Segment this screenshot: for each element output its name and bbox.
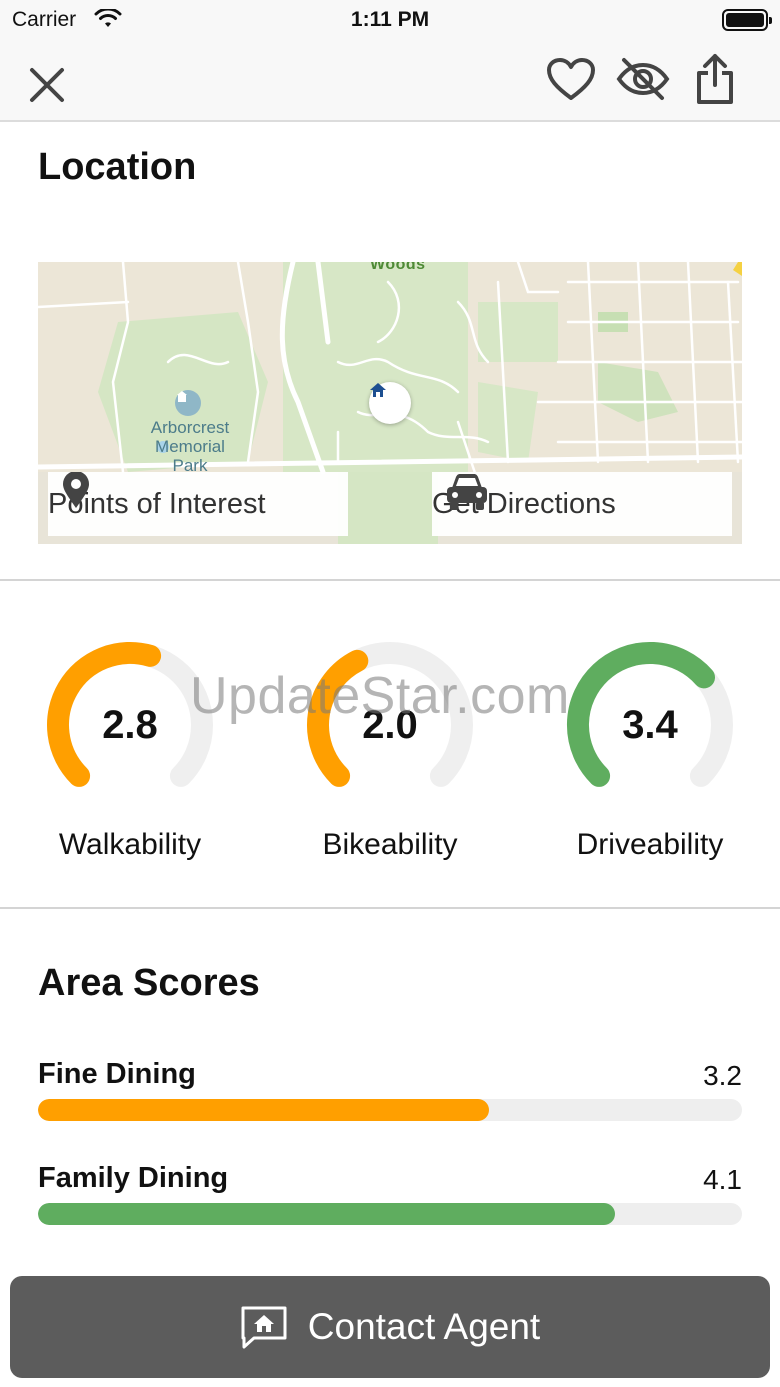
- get-directions-button[interactable]: Get Directions: [432, 472, 732, 536]
- heart-icon: [547, 58, 595, 100]
- fine-dining-bar-fill: [38, 1099, 489, 1121]
- family-dining-bar: [38, 1203, 742, 1225]
- close-icon: [30, 68, 64, 102]
- clock: 1:11 PM: [350, 8, 430, 31]
- hide-listing-button[interactable]: [614, 52, 672, 106]
- car-icon: [447, 474, 487, 510]
- points-of-interest-button[interactable]: Points of Interest: [48, 472, 348, 536]
- bikeability-label: Bikeability: [322, 828, 458, 861]
- share-icon: [697, 54, 733, 104]
- contact-agent-label: Contact Agent: [307, 1306, 541, 1347]
- location-title: Location: [38, 146, 197, 188]
- fine-dining-value: 3.2: [703, 1060, 742, 1091]
- share-button[interactable]: [690, 50, 740, 108]
- family-dining-bar-fill: [38, 1203, 616, 1225]
- driveability-label: Driveability: [576, 828, 724, 861]
- eye-slash-icon: [616, 58, 670, 100]
- park-icon: [175, 390, 201, 416]
- fine-dining-bar: [38, 1099, 742, 1121]
- walkability-label: Walkability: [58, 828, 202, 861]
- fine-dining-label: Fine Dining: [38, 1058, 196, 1090]
- family-dining-value: 4.1: [703, 1164, 742, 1195]
- watermark: UpdateStar.com: [190, 667, 570, 725]
- map-label-woods: Woods: [370, 262, 426, 273]
- driveability-gauge: 3.4: [565, 640, 745, 820]
- location-map[interactable]: Woods Arborcrest Memorial Park Points of…: [38, 262, 742, 544]
- divider: [0, 907, 780, 909]
- close-button[interactable]: [20, 58, 74, 112]
- contact-agent-button[interactable]: Contact Agent: [10, 1276, 770, 1378]
- status-bar: Carrier 1:11 PM: [0, 0, 780, 40]
- driveability-value: 3.4: [622, 703, 678, 747]
- battery-icon: [722, 9, 772, 31]
- favorite-button[interactable]: [542, 52, 600, 106]
- nav-bar: [0, 40, 780, 122]
- divider: [0, 579, 780, 581]
- family-dining-label: Family Dining: [38, 1162, 229, 1194]
- area-scores-title: Area Scores: [38, 962, 260, 1004]
- map-label-park: Arborcrest Memorial Park: [150, 418, 230, 475]
- location-pin-icon: [63, 472, 89, 508]
- home-pin-icon[interactable]: [369, 382, 411, 424]
- chat-home-icon: [241, 1306, 287, 1349]
